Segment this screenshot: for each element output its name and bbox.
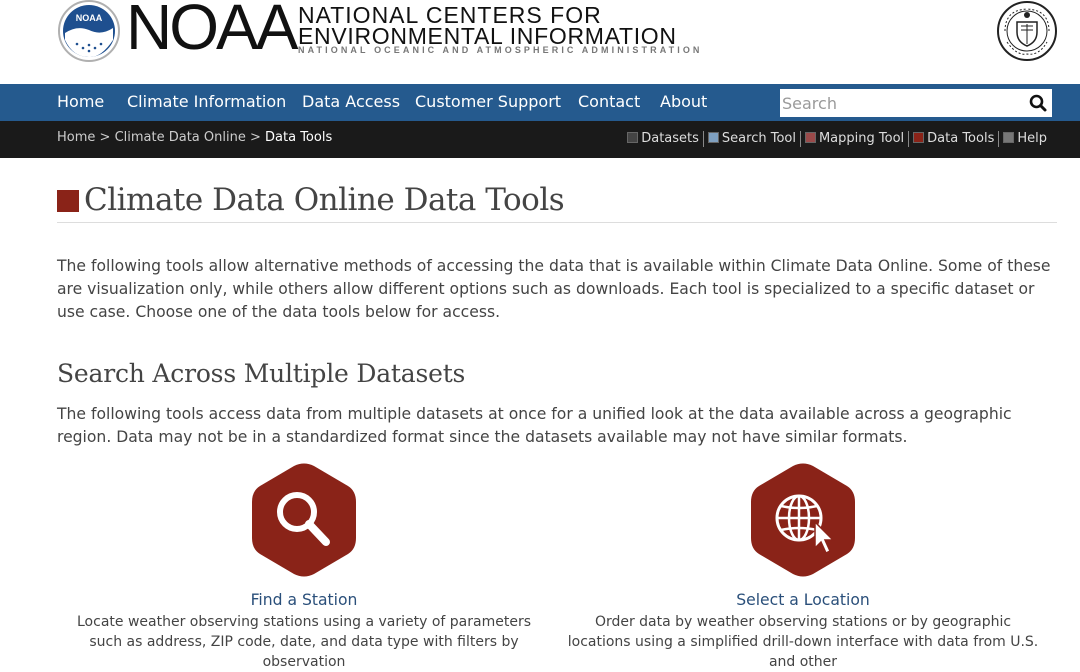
search-input[interactable]: [780, 89, 1022, 117]
datasets-icon: [627, 132, 639, 143]
section-description: The following tools access data from mul…: [57, 405, 1012, 446]
search-box: [780, 89, 1052, 117]
search-tool-icon: [707, 132, 719, 143]
noaa-wordmark[interactable]: NOAA: [126, 0, 298, 62]
commerce-seal-icon[interactable]: [995, 0, 1059, 62]
sub-nav: Home > Climate Data Online > Data Tools …: [0, 121, 1080, 158]
card-title[interactable]: Select a Location: [553, 590, 1053, 610]
nav-item-about[interactable]: About: [660, 84, 707, 121]
mapping-tool-icon: [804, 132, 816, 143]
tool-mapping-tool[interactable]: Mapping Tool: [801, 121, 908, 156]
card-title[interactable]: Find a Station: [54, 590, 554, 610]
globe-cursor-icon[interactable]: [749, 462, 857, 578]
breadcrumb-home[interactable]: Home: [57, 130, 95, 145]
card-description: Order data by weather observing stations…: [567, 614, 1039, 670]
breadcrumb-separator: >: [249, 130, 261, 145]
breadcrumb: Home > Climate Data Online > Data Tools: [57, 121, 332, 154]
card-description: Locate weather observing stations using …: [77, 614, 531, 670]
card-select-a-location: Select a Location Order data by weather …: [553, 462, 1053, 672]
search-icon[interactable]: [1028, 93, 1048, 113]
nav-item-data-access[interactable]: Data Access: [302, 84, 400, 121]
tool-help[interactable]: Help: [999, 121, 1051, 156]
tool-mapping-tool-label: Mapping Tool: [818, 131, 905, 146]
noaa-logo-icon[interactable]: NOAA: [57, 0, 121, 62]
page-title-block: Climate Data Online Data Tools: [57, 180, 1057, 223]
magnifier-icon[interactable]: [250, 462, 358, 578]
nav-item-contact[interactable]: Contact: [578, 84, 640, 121]
site-header: NOAA NOAA NATIONAL CENTERS FOR ENVIRONME…: [0, 0, 1080, 84]
nav-item-customer-support[interactable]: Customer Support: [415, 84, 561, 121]
tool-datasets-label: Datasets: [641, 131, 699, 146]
nav-item-climate-information[interactable]: Climate Information: [127, 84, 286, 121]
tool-data-tools[interactable]: Data Tools: [909, 121, 998, 156]
tool-search-tool-label: Search Tool: [721, 131, 796, 146]
card-find-a-station: Find a Station Locate weather observing …: [54, 462, 554, 672]
section-title: Search Across Multiple Datasets: [57, 359, 466, 388]
tool-data-tools-label: Data Tools: [927, 131, 995, 146]
breadcrumb-climate-data-online[interactable]: Climate Data Online: [115, 130, 246, 145]
data-tools-icon: [913, 132, 925, 143]
tool-datasets[interactable]: Datasets: [623, 121, 703, 156]
title-accent-square: [57, 190, 79, 212]
tool-help-label: Help: [1017, 131, 1047, 146]
nav-item-home[interactable]: Home: [57, 84, 104, 121]
noaa-logo-text: NOAA: [76, 13, 103, 23]
brand-line-3: NATIONAL OCEANIC AND ATMOSPHERIC ADMINIS…: [298, 45, 703, 55]
intro-paragraph: The following tools allow alternative me…: [57, 257, 1051, 321]
help-icon: [1003, 132, 1015, 143]
tool-search-tool[interactable]: Search Tool: [704, 121, 800, 156]
page-title: Climate Data Online Data Tools: [84, 182, 565, 218]
breadcrumb-current: Data Tools: [265, 130, 333, 145]
cdo-tools-menu: Datasets Search Tool Mapping Tool Data Tool…: [623, 121, 1051, 156]
breadcrumb-separator: >: [99, 130, 111, 145]
